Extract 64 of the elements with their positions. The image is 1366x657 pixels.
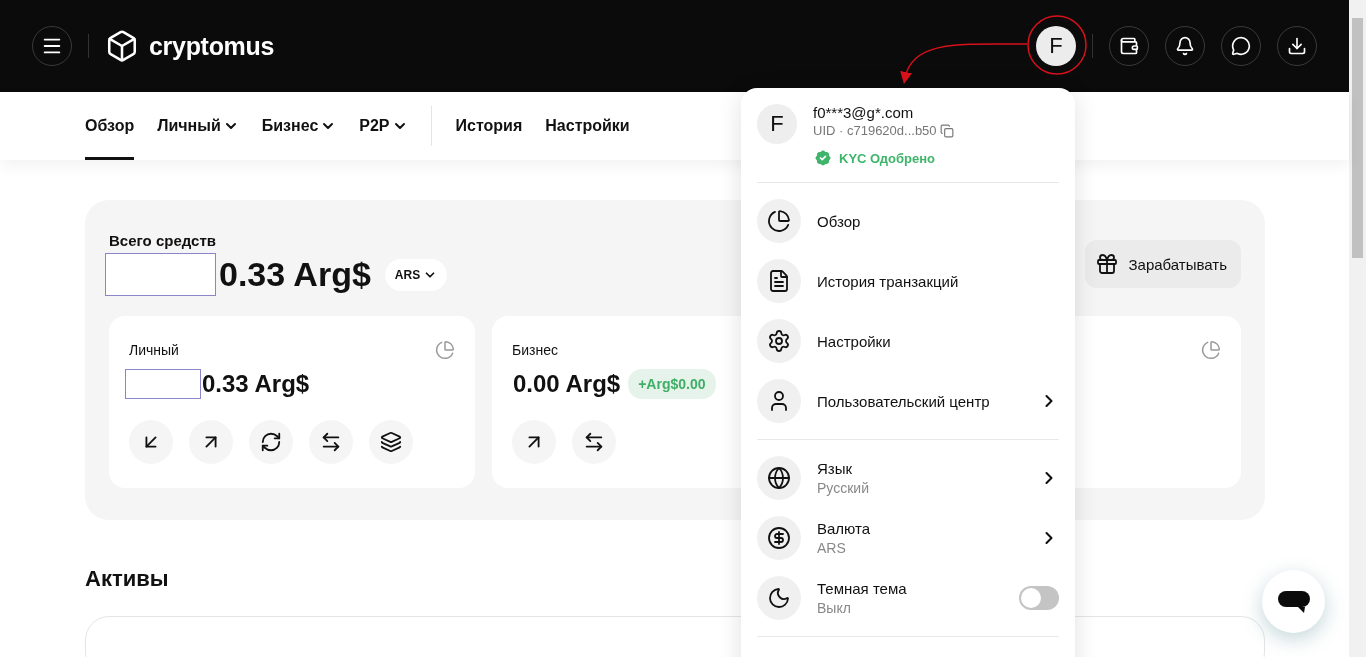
menu-item[interactable]: Язык — [817, 460, 1023, 477]
logo-text: cryptomus — [149, 31, 275, 61]
layers-icon — [380, 431, 402, 453]
menu-item-value: Выкл — [817, 600, 852, 616]
bell-icon — [1175, 36, 1195, 56]
transfer-button[interactable] — [572, 420, 616, 464]
nav-tab[interactable]: Личный — [157, 92, 239, 160]
menu-item-value: Русский — [817, 480, 870, 496]
pie-chart-icon[interactable] — [1201, 340, 1221, 360]
swap-arrows-icon — [583, 431, 605, 453]
speech-bubble-icon — [1231, 36, 1251, 56]
menu-item-value: ARS — [817, 540, 847, 556]
transfer-button[interactable] — [309, 420, 353, 464]
assets-heading: Активы — [85, 566, 169, 592]
nav-tab[interactable]: P2P — [359, 92, 408, 160]
earn-button[interactable]: Зарабатывать — [1084, 240, 1241, 288]
menu-item[interactable]: История транзакций — [817, 272, 1059, 290]
avatar: F — [757, 104, 797, 144]
wallet-balance: 0.00 Arg$ — [513, 370, 621, 398]
account-email: f0***3@g*.com — [813, 104, 915, 121]
menu-item[interactable]: Обзор — [817, 212, 1059, 230]
stake-button[interactable] — [369, 420, 413, 464]
user-icon — [757, 379, 801, 423]
support-chat-button[interactable] — [1262, 570, 1325, 633]
balance-title: Всего средств — [109, 232, 217, 249]
send-button[interactable] — [512, 420, 556, 464]
pie-chart-icon[interactable] — [435, 340, 455, 360]
dollar-icon — [757, 516, 801, 560]
toggle-switch[interactable] — [1019, 586, 1059, 610]
menu-item[interactable]: Пользовательский центр — [817, 392, 1023, 410]
avatar-button[interactable]: F — [1036, 26, 1076, 66]
swap-arrows-icon — [320, 431, 342, 453]
menu-item[interactable]: Темная тема — [817, 580, 1003, 597]
account-uid: UID · c719620d...b50 — [813, 123, 937, 138]
copy-icon[interactable] — [939, 123, 954, 138]
download-icon — [1287, 36, 1307, 56]
moon-icon — [757, 576, 801, 620]
wallet-name: Личный — [129, 342, 179, 358]
settings-icon — [757, 319, 801, 363]
menu-item[interactable]: Настройки — [817, 332, 1059, 350]
verified-badge-icon — [813, 148, 833, 168]
wallet-balance: 0.33 Arg$ — [202, 370, 310, 398]
total-balance: 0.33 Arg$ — [219, 255, 371, 294]
nav-tab[interactable]: Бизнес — [261, 92, 337, 160]
wallet-name: Бизнес — [512, 342, 558, 358]
gift-icon — [1094, 252, 1119, 276]
nav-tab[interactable]: Обзор — [85, 92, 135, 160]
currency-select[interactable]: ARS — [384, 258, 448, 291]
pie-chart-icon — [757, 199, 801, 243]
cube-logo-icon — [105, 29, 139, 63]
nav-tab[interactable]: Настройки — [545, 92, 630, 160]
swap-button[interactable] — [249, 420, 293, 464]
send-button[interactable] — [189, 420, 233, 464]
nav-tab[interactable]: История — [455, 92, 523, 160]
wallet-icon — [1119, 36, 1139, 56]
refresh-icon — [260, 431, 282, 453]
scrollbar[interactable] — [1349, 0, 1366, 657]
document-icon — [757, 259, 801, 303]
change-badge: +Arg$0.00 — [628, 369, 716, 399]
menu-item[interactable]: Валюта — [817, 520, 1023, 537]
kyc-status: KYC Одобрено — [839, 150, 936, 166]
receive-button[interactable] — [129, 420, 173, 464]
globe-icon — [757, 456, 801, 500]
annotation-circle — [1027, 15, 1087, 75]
